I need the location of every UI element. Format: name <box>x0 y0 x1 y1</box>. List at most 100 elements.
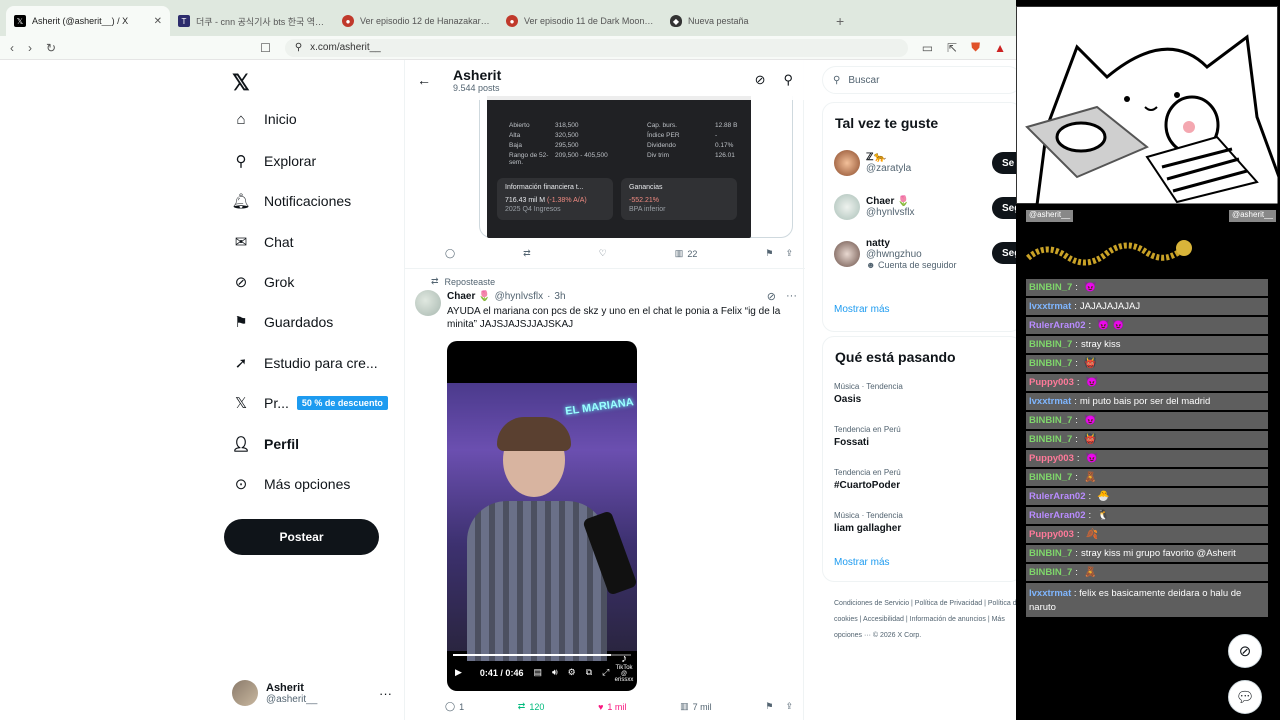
reply-icon: ◯ <box>445 248 456 258</box>
nav-item-mas-opciones[interactable]: ⊙ Más opciones <box>232 475 351 493</box>
nav-label: Estudio para cre... <box>264 355 378 371</box>
search-input[interactable]: ⚲ Buscar <box>822 66 1016 94</box>
nav-item-explorar[interactable]: ⚲ Explorar <box>232 152 317 170</box>
show-more-link[interactable]: Mostrar más <box>834 557 890 568</box>
site-info-icon[interactable]: ⚲ <box>295 42 302 53</box>
bookmark-icon[interactable]: ⚑ <box>765 701 773 712</box>
cast-icon[interactable]: ▭ <box>922 41 933 55</box>
repost-icon: ⇄ <box>523 248 531 258</box>
nav-item-notificaciones[interactable]: 🔔︎ Notificaciones <box>231 192 351 210</box>
volume-icon[interactable]: 🔊︎ <box>552 667 558 678</box>
chat-username: lvxxtrmat <box>1029 301 1072 312</box>
video-time: 0:41 / 0:46 <box>479 667 524 678</box>
x-logo-icon[interactable]: 𝕏 <box>232 70 250 96</box>
post-button[interactable]: Postear <box>224 519 379 555</box>
play-icon[interactable]: ▶ <box>455 667 462 678</box>
more-dots-icon[interactable]: ··· <box>786 290 797 303</box>
like-button[interactable]: ♡ <box>599 248 607 259</box>
tweet-time[interactable]: 3h <box>554 291 565 302</box>
reload-icon[interactable]: ↻ <box>46 41 56 55</box>
reply-button[interactable]: ◯ <box>445 248 455 259</box>
nav-item-guardados[interactable]: ⚑ Guardados <box>232 313 333 331</box>
grok-icon[interactable]: ⊘ <box>767 290 776 303</box>
browser-window: 𝕏 Asherit (@asherit__) / X ✕ T 더쿠 - cnn … <box>0 0 1016 720</box>
close-icon[interactable]: ✕ <box>154 16 162 27</box>
address-bar[interactable]: ⚲ x.com/asherit__ <box>284 38 908 57</box>
grok-fab[interactable]: ⊘ <box>1228 634 1262 668</box>
brave-shield-icon[interactable]: ⛊ <box>971 40 980 55</box>
bongo-cat-drawing <box>1025 34 1280 207</box>
back-arrow-icon[interactable]: ← <box>417 72 431 88</box>
rewards-icon[interactable]: ▲ <box>994 41 1006 55</box>
nav-item-grok[interactable]: ⊘ Grok <box>232 273 295 291</box>
nav-item-premium[interactable]: 𝕏 Pr... 50 % de descuento <box>232 394 388 412</box>
repost-button[interactable]: ⇄ 120 <box>518 701 545 712</box>
messages-fab[interactable]: 💬︎ <box>1228 680 1262 714</box>
nav-item-chat[interactable]: ✉ Chat <box>232 233 294 251</box>
bookmark-star-icon[interactable]: ☐ <box>260 41 271 55</box>
home-icon: ⌂ <box>236 110 246 128</box>
nav-label: Perfil <box>264 436 300 452</box>
avatar[interactable] <box>415 290 441 316</box>
nav-item-perfil[interactable]: 👤︎ Perfil <box>231 435 300 453</box>
repost-indicator: ⇄ Reposteaste <box>431 276 496 287</box>
chat-message: BINBIN_7: 👹 <box>1026 355 1268 372</box>
back-icon[interactable]: ‹ <box>10 41 14 55</box>
video-progress[interactable] <box>453 654 631 656</box>
suggestion-item[interactable]: ℤ🐆 @zaratyla <box>834 150 911 176</box>
forward-icon[interactable]: › <box>28 41 32 55</box>
tab-theqoo[interactable]: T 더쿠 - cnn 공식기사 bts 한국 역대 최 <box>170 6 334 36</box>
tab-label: Nueva pestaña <box>688 16 749 26</box>
footer-links[interactable]: Condiciones de Servicio | Política de Pr… <box>834 596 1016 644</box>
finance-row: Baja 295,500 Dividendo 0.17% <box>509 142 734 149</box>
avatar <box>232 680 258 706</box>
fullscreen-icon[interactable]: ⤢ <box>602 667 609 678</box>
bookmark-icon[interactable]: ⚑ <box>765 248 773 259</box>
follow-button[interactable]: Seguir <box>992 197 1016 219</box>
finance-row: Abierto 318,500 Cap. burs. 12.88 B <box>509 122 738 129</box>
chat-message: BINBIN_7: stray kiss <box>1026 336 1268 353</box>
chat-username: RulerAran02 <box>1029 491 1086 502</box>
repost-button[interactable]: ⇄ <box>523 248 531 259</box>
share-icon[interactable]: ⇪ <box>785 248 793 259</box>
tab-bar: 𝕏 Asherit (@asherit__) / X ✕ T 더쿠 - cnn … <box>0 0 1016 36</box>
trend-item[interactable]: Tendencia en Perú #CuartoPoder <box>834 468 901 491</box>
video-player[interactable]: EL MARIANA ♪ TikTok @ erissxx ▶ 0:41 / 0… <box>447 341 637 691</box>
pip-icon[interactable]: ⧉ <box>586 667 592 678</box>
reply-button[interactable]: ◯ 1 <box>445 701 464 712</box>
views-button[interactable]: ▥ 7 mil <box>680 701 712 712</box>
trend-item[interactable]: Música · Tendencia liam gallagher <box>834 511 903 534</box>
new-tab-button[interactable]: + <box>826 6 854 36</box>
tab-asherit[interactable]: 𝕏 Asherit (@asherit__) / X ✕ <box>6 6 170 36</box>
trend-item[interactable]: Tendencia en Perú Fossati <box>834 425 901 448</box>
show-more-link[interactable]: Mostrar más <box>834 304 890 315</box>
tab-label: Ver episodio 11 de Dark Moon: Tsuk <box>524 16 654 26</box>
stream-overlay: @asherit__ @asherit__ BINBIN_7: 😈 lvxxtrma… <box>1016 0 1280 720</box>
chat-message: Puppy003: 😈 <box>1026 374 1268 391</box>
nav-item-estudio[interactable]: ➚ Estudio para cre... <box>232 354 378 372</box>
search-icon[interactable]: ⚲ <box>783 72 793 88</box>
chat-username: Puppy003 <box>1029 377 1074 388</box>
like-button[interactable]: ♥ 1 mil <box>598 702 626 712</box>
share-icon[interactable]: ⇪ <box>785 701 793 712</box>
follow-button[interactable]: Seguir <box>992 242 1016 264</box>
tab-hanazakari[interactable]: ● Ver episodio 12 de Hanazakari no Ki <box>334 6 498 36</box>
chat-message: BINBIN_7: 😈 <box>1026 279 1268 296</box>
tab-new[interactable]: ◆ Nueva pestaña <box>662 6 826 36</box>
captions-icon[interactable]: ▤ <box>533 667 542 678</box>
nav-item-inicio[interactable]: ⌂ Inicio <box>232 110 296 128</box>
grok-icon[interactable]: ⊘ <box>755 72 766 88</box>
chat-message: lvxxtrmat: JAJAJAJAJAJ <box>1026 298 1268 315</box>
author-handle[interactable]: @hynlvsflx <box>495 291 544 302</box>
follow-button[interactable]: Se <box>992 152 1016 174</box>
settings-icon[interactable]: ⚙ <box>568 667 576 678</box>
author-name[interactable]: Chaer 🌷 <box>447 291 491 302</box>
tab-darkmoon[interactable]: ● Ver episodio 11 de Dark Moon: Tsuk <box>498 6 662 36</box>
suggestion-item[interactable]: natty @hwngzhuo ☻ Cuenta de seguidor <box>834 238 957 270</box>
share-icon[interactable]: ⇱ <box>947 41 957 55</box>
views-button[interactable]: ▥ 22 <box>675 248 698 259</box>
suggestion-item[interactable]: Chaer 🌷 @hynlvsflx <box>834 194 915 220</box>
account-switcher[interactable]: Asherit @asherit__ ··· <box>232 680 392 706</box>
avatar <box>834 241 860 267</box>
trend-item[interactable]: Música · Tendencia Oasis <box>834 382 903 405</box>
